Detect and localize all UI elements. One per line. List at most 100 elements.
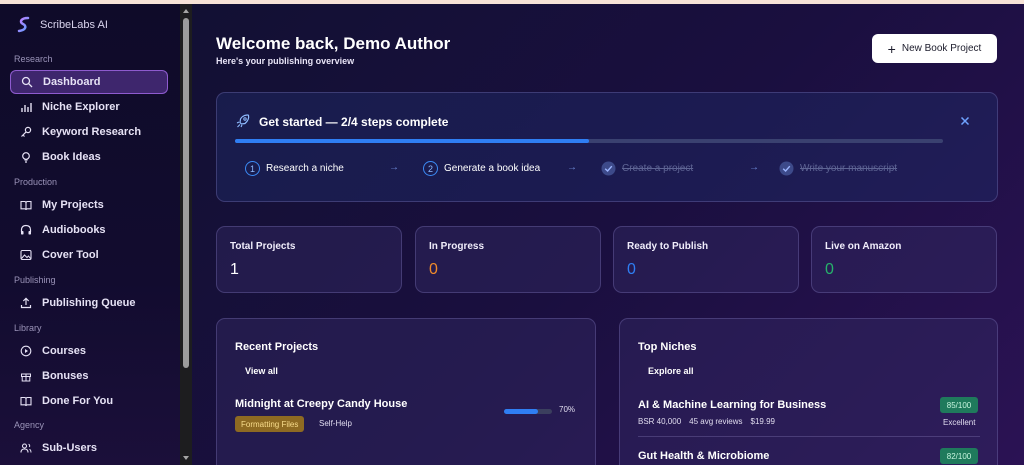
step-number: 2 [423, 161, 438, 176]
new-book-project-label: New Book Project [901, 43, 982, 54]
stat-value: 0 [627, 261, 636, 278]
sidebar-item-label: Bonuses [42, 370, 89, 382]
stat-card-live-on-amazon[interactable]: Live on Amazon 0 [811, 226, 997, 293]
stat-value: 0 [825, 261, 834, 278]
book-open-icon [20, 199, 32, 211]
sidebar-item-bonuses[interactable]: Bonuses [10, 364, 168, 388]
app-name: ScribeLabs AI [40, 19, 108, 31]
key-icon [20, 126, 32, 138]
sidebar-item-sub-users[interactable]: Sub-Users [10, 436, 168, 460]
sidebar-item-done-for-you[interactable]: Done For You [10, 389, 168, 413]
project-progress-fill [504, 409, 538, 414]
sidebar-item-cover-tool[interactable]: Cover Tool [10, 243, 168, 267]
plus-icon: + [887, 40, 896, 57]
sidebar-item-label: Courses [42, 345, 87, 357]
step-research-niche[interactable]: 1 Research a niche [245, 161, 344, 176]
stat-card-in-progress[interactable]: In Progress 0 [415, 226, 601, 293]
close-icon[interactable] [959, 115, 971, 127]
bar-chart-icon [20, 101, 32, 113]
stat-label: Live on Amazon [825, 241, 902, 252]
sidebar-item-label: Done For You [42, 395, 114, 407]
project-title[interactable]: Midnight at Creepy Candy House [235, 398, 407, 410]
step-generate-idea[interactable]: 2 Generate a book idea [423, 161, 540, 176]
niche-score-badge: 82/100 [940, 448, 978, 464]
niche-name[interactable]: Gut Health & Microbiome [638, 450, 769, 462]
sidebar-item-label: Cover Tool [42, 249, 99, 261]
get-started-progress-fill [235, 139, 589, 143]
niche-reviews: 45 avg reviews [689, 417, 743, 426]
sidebar-item-courses[interactable]: Courses [10, 339, 168, 363]
page-title: Welcome back, Demo Author [216, 34, 451, 53]
get-started-card: Get started — 2/4 steps complete 1 Resea… [216, 92, 998, 202]
arrow-right-icon: → [749, 162, 759, 173]
sidebar-item-publishing-queue[interactable]: Publishing Queue [10, 291, 168, 315]
stat-label: Total Projects [230, 241, 296, 252]
scroll-down-icon[interactable] [182, 454, 190, 462]
section-label-research: Research [14, 54, 53, 64]
get-started-title: Get started — 2/4 steps complete [259, 115, 449, 129]
step-write-manuscript[interactable]: Write your manuscript [779, 161, 897, 176]
scrollbar-thumb[interactable] [183, 18, 189, 368]
sidebar-scrollbar[interactable] [180, 4, 192, 465]
logo-icon [16, 16, 32, 34]
recent-projects-card: Recent Projects View all Midnight at Cre… [216, 318, 596, 465]
divider [638, 436, 980, 437]
stat-card-ready-to-publish[interactable]: Ready to Publish 0 [613, 226, 799, 293]
lightbulb-icon [20, 151, 32, 163]
sidebar-item-label: Keyword Research [42, 126, 142, 138]
niche-name[interactable]: AI & Machine Learning for Business [638, 399, 826, 411]
sidebar: ScribeLabs AI Research Dashboard Niche E… [0, 4, 180, 465]
headphones-icon [20, 224, 32, 236]
step-number: 1 [245, 161, 260, 176]
project-genre: Self-Help [319, 419, 352, 428]
project-progress-bar [504, 409, 552, 414]
project-progress-percent: 70% [559, 405, 576, 414]
step-label: Generate a book idea [444, 163, 541, 174]
stat-card-total-projects[interactable]: Total Projects 1 [216, 226, 402, 293]
users-icon [20, 442, 32, 454]
page-subtitle: Here's your publishing overview [216, 56, 355, 66]
niche-price: $19.99 [750, 417, 775, 426]
top-niches-card: Top Niches Explore all AI & Machine Lear… [619, 318, 998, 465]
arrow-right-icon: → [567, 162, 577, 173]
sidebar-item-niche-explorer[interactable]: Niche Explorer [10, 95, 168, 119]
brand[interactable]: ScribeLabs AI [16, 16, 108, 34]
arrow-right-icon: → [389, 162, 399, 173]
sidebar-item-audiobooks[interactable]: Audiobooks [10, 218, 168, 242]
explore-all-button[interactable]: Explore all [648, 366, 694, 376]
niche-rating: Excellent [943, 418, 976, 427]
step-label: Research a niche [266, 163, 344, 174]
stat-value: 1 [230, 261, 239, 278]
sidebar-item-label: My Projects [42, 199, 104, 211]
upload-icon [20, 297, 32, 309]
scroll-up-icon[interactable] [182, 7, 190, 15]
section-label-publishing: Publishing [14, 275, 56, 285]
main-content: Welcome back, Demo Author Here's your pu… [192, 4, 1024, 465]
sidebar-item-my-projects[interactable]: My Projects [10, 193, 168, 217]
sidebar-item-keyword-research[interactable]: Keyword Research [10, 120, 168, 144]
section-label-agency: Agency [14, 420, 45, 430]
stat-label: Ready to Publish [627, 241, 709, 252]
sidebar-item-dashboard[interactable]: Dashboard [10, 70, 168, 94]
new-book-project-button[interactable]: + New Book Project [872, 34, 997, 63]
check-circle-icon [601, 161, 616, 176]
search-icon [21, 76, 33, 88]
image-icon [20, 249, 32, 261]
sidebar-item-label: Book Ideas [42, 151, 101, 163]
step-label: Create a project [622, 163, 694, 174]
sidebar-item-label: Sub-Users [42, 442, 98, 454]
sidebar-item-book-ideas[interactable]: Book Ideas [10, 145, 168, 169]
sidebar-item-label: Dashboard [43, 76, 101, 88]
step-create-project[interactable]: Create a project [601, 161, 693, 176]
recent-projects-title: Recent Projects [235, 341, 319, 353]
gift-icon [20, 370, 32, 382]
section-label-production: Production [14, 177, 58, 187]
sidebar-item-label: Publishing Queue [42, 297, 136, 309]
play-circle-icon [20, 345, 32, 357]
book-icon [20, 395, 32, 407]
section-label-library: Library [14, 323, 42, 333]
stat-label: In Progress [429, 241, 485, 252]
view-all-button[interactable]: View all [245, 366, 278, 376]
check-circle-icon [779, 161, 794, 176]
status-badge: Formatting Files [235, 416, 305, 432]
